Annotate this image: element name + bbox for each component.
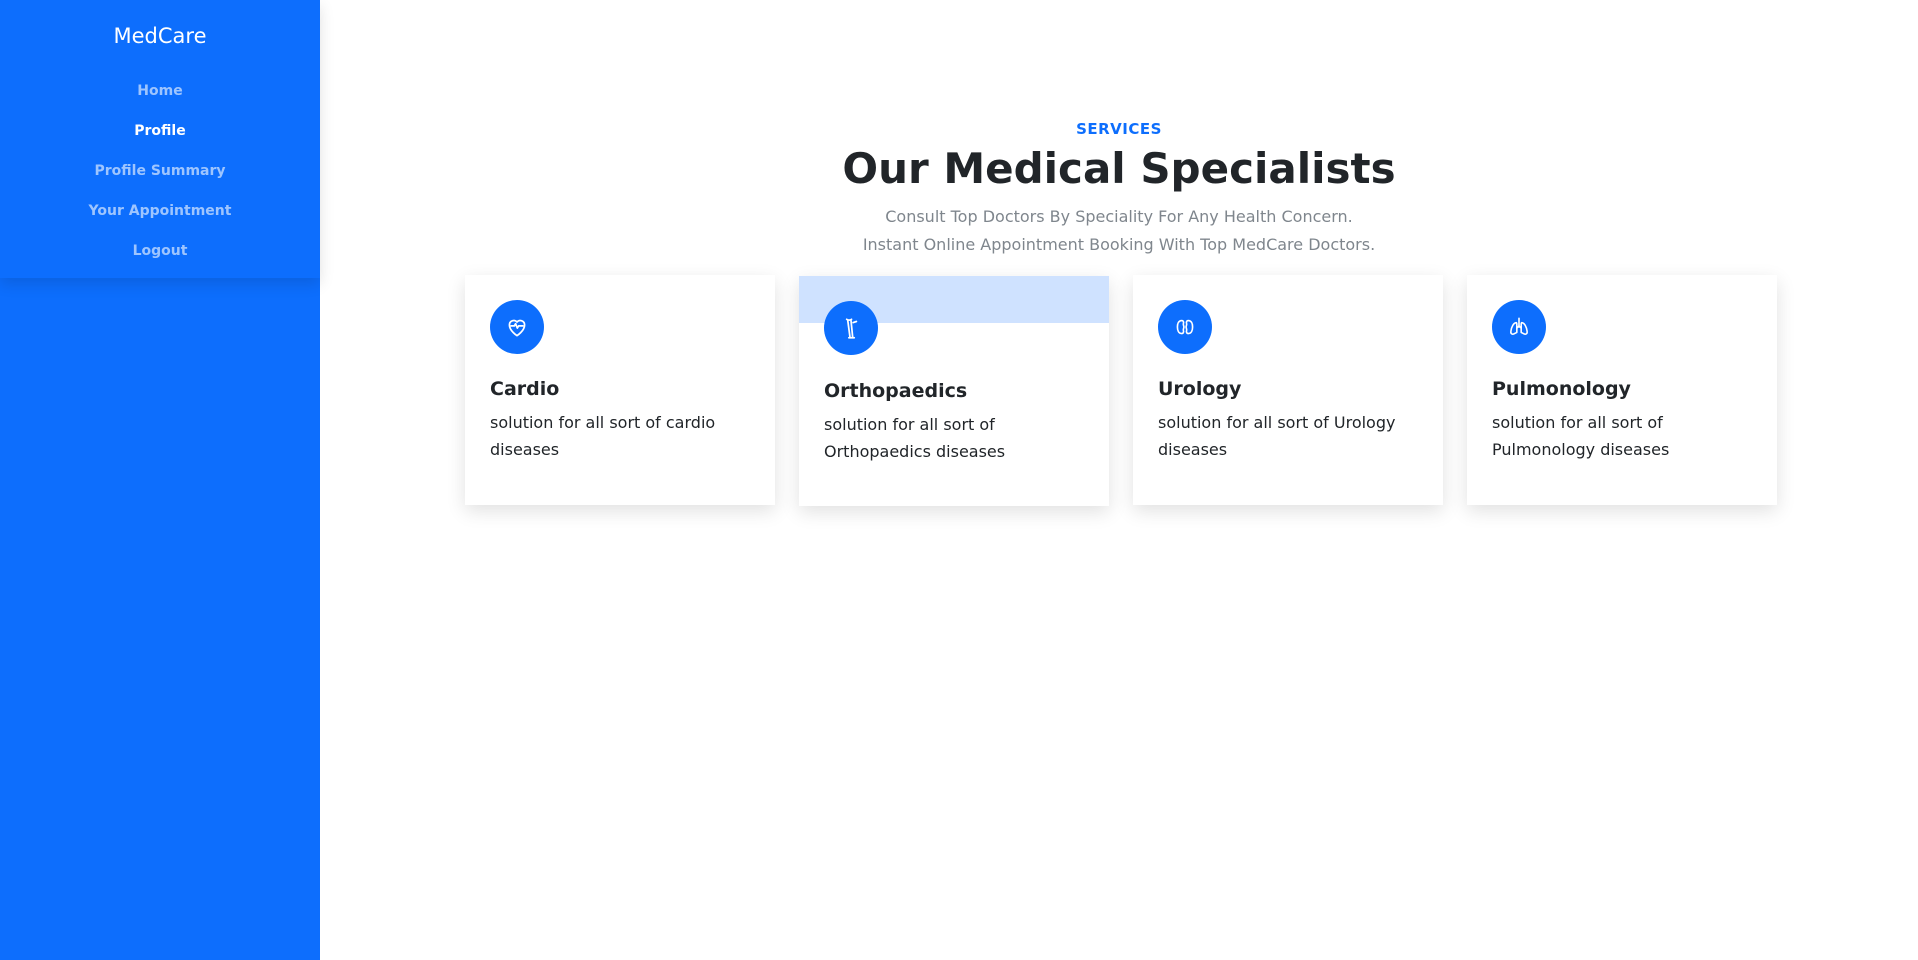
kidney-icon — [1158, 300, 1212, 354]
section-subtitle-line-2: Instant Online Appointment Booking With … — [862, 235, 1376, 254]
service-card-urology[interactable]: Urology solution for all sort of Urology… — [1133, 275, 1443, 505]
card-text: solution for all sort of cardio diseases — [490, 413, 716, 459]
card-text: solution for all sort of Pulmonology dis… — [1492, 413, 1670, 459]
card-text: solution for all sort of Orthopaedics di… — [824, 415, 1006, 461]
card-text: solution for all sort of Urology disease… — [1158, 413, 1396, 459]
card-title: Pulmonology — [1492, 378, 1631, 400]
sidebar-item-profile-summary[interactable]: Profile Summary — [0, 160, 320, 200]
page-title: Our Medical Specialists — [842, 144, 1396, 193]
card-title: Orthopaedics — [824, 380, 968, 402]
section-subtitle-line-1: Consult Top Doctors By Speciality For An… — [885, 207, 1353, 226]
bone-icon — [824, 301, 878, 355]
sidebar-item-profile[interactable]: Profile — [0, 120, 320, 160]
sidebar-item-your-appointment[interactable]: Your Appointment — [0, 200, 320, 240]
service-card-orthopaedics[interactable]: Orthopaedics solution for all sort of Or… — [799, 276, 1109, 506]
sidebar-nav: Home Profile Profile Summary Your Appoin… — [0, 80, 320, 280]
service-card-pulmonology[interactable]: Pulmonology solution for all sort of Pul… — [1467, 275, 1777, 505]
heart-icon — [490, 300, 544, 354]
card-title: Urology — [1158, 378, 1242, 400]
sidebar: MedCare Home Profile Profile Summary You… — [0, 0, 320, 960]
service-card-cardio[interactable]: Cardio solution for all sort of cardio d… — [465, 275, 775, 505]
card-title: Cardio — [490, 378, 560, 400]
section-eyebrow: SERVICES — [1076, 120, 1162, 138]
brand-logo-text[interactable]: MedCare — [0, 24, 320, 48]
main-content: SERVICES Our Medical Specialists Consult… — [320, 0, 1918, 960]
sidebar-item-home[interactable]: Home — [0, 80, 320, 120]
lungs-icon — [1492, 300, 1546, 354]
sidebar-item-logout[interactable]: Logout — [0, 240, 320, 280]
